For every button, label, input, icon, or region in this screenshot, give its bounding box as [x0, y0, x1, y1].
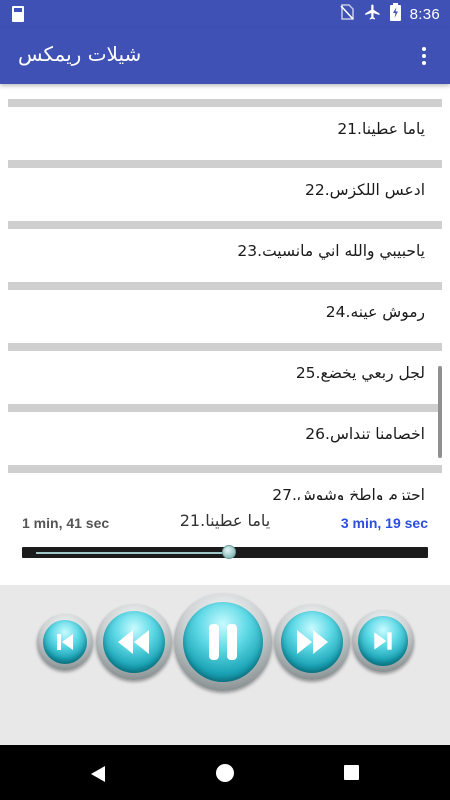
- seek-thumb[interactable]: [221, 545, 236, 559]
- status-time: 8:36: [409, 5, 440, 23]
- skip-previous-icon: [57, 634, 73, 650]
- playlist[interactable]: 21.ياما عطينا 22.ادعس اللكزس 23.ياحبيبي …: [0, 84, 450, 500]
- list-item-label: 21.ياما عطينا: [337, 120, 425, 138]
- player-info: 1 min, 41 sec 21.ياما عطينا 3 min, 19 se…: [0, 500, 450, 585]
- app-bar: شيلات ريمكس: [0, 28, 450, 84]
- seek-progress: [36, 552, 229, 554]
- pause-icon: [209, 624, 237, 660]
- pause-button[interactable]: [174, 593, 272, 691]
- list-item-label: 27.احتزم واطخ وشوش: [272, 486, 425, 500]
- overflow-menu-icon[interactable]: [412, 44, 436, 68]
- list-item-label: 23.ياحبيبي والله اني مانسيت: [237, 242, 425, 260]
- skip-previous-button[interactable]: [37, 614, 93, 670]
- list-item[interactable]: 25.لجل ربعي يخضع: [0, 343, 450, 404]
- list-divider: [8, 404, 442, 412]
- back-icon[interactable]: [90, 765, 106, 783]
- playback-controls: [0, 585, 450, 745]
- list-item-label: 24.رموش عينه: [325, 303, 425, 321]
- app-title: شيلات ريمكس: [18, 42, 142, 66]
- list-item[interactable]: 23.ياحبيبي والله اني مانسيت: [0, 221, 450, 282]
- total-duration: 3 min, 19 sec: [340, 515, 428, 531]
- list-divider: [8, 282, 442, 290]
- list-divider: [8, 221, 442, 229]
- skip-next-button[interactable]: [352, 610, 414, 672]
- rewind-icon: [118, 630, 149, 654]
- recents-icon[interactable]: [344, 765, 359, 780]
- list-item[interactable]: 22.ادعس اللكزس: [0, 160, 450, 221]
- rewind-button[interactable]: [96, 604, 172, 680]
- fast-forward-button[interactable]: [274, 604, 350, 680]
- list-item[interactable]: 26.اخصامنا تنداس: [0, 404, 450, 465]
- list-item[interactable]: 21.ياما عطينا: [0, 99, 450, 160]
- skip-next-icon: [374, 632, 392, 650]
- list-item-label: 26.اخصامنا تنداس: [305, 425, 425, 443]
- seek-bar[interactable]: [22, 545, 428, 559]
- list-item[interactable]: 27.احتزم واطخ وشوش: [0, 465, 450, 500]
- sd-card-icon: [12, 6, 24, 22]
- list-item-label: 25.لجل ربعي يخضع: [295, 364, 425, 382]
- list-item-label: 22.ادعس اللكزس: [305, 181, 425, 199]
- airplane-icon: [363, 3, 381, 25]
- list-divider: [8, 99, 442, 107]
- fast-forward-icon: [297, 630, 328, 654]
- list-scrollbar[interactable]: [438, 366, 442, 458]
- list-item[interactable]: 24.رموش عينه: [0, 282, 450, 343]
- list-divider: [8, 465, 442, 473]
- list-divider: [8, 160, 442, 168]
- status-bar: 8:36: [0, 0, 450, 28]
- battery-charging-icon: [389, 3, 401, 25]
- list-divider: [8, 343, 442, 351]
- home-icon[interactable]: [216, 764, 234, 782]
- no-sim-icon: [340, 4, 354, 24]
- navigation-bar: [0, 745, 450, 800]
